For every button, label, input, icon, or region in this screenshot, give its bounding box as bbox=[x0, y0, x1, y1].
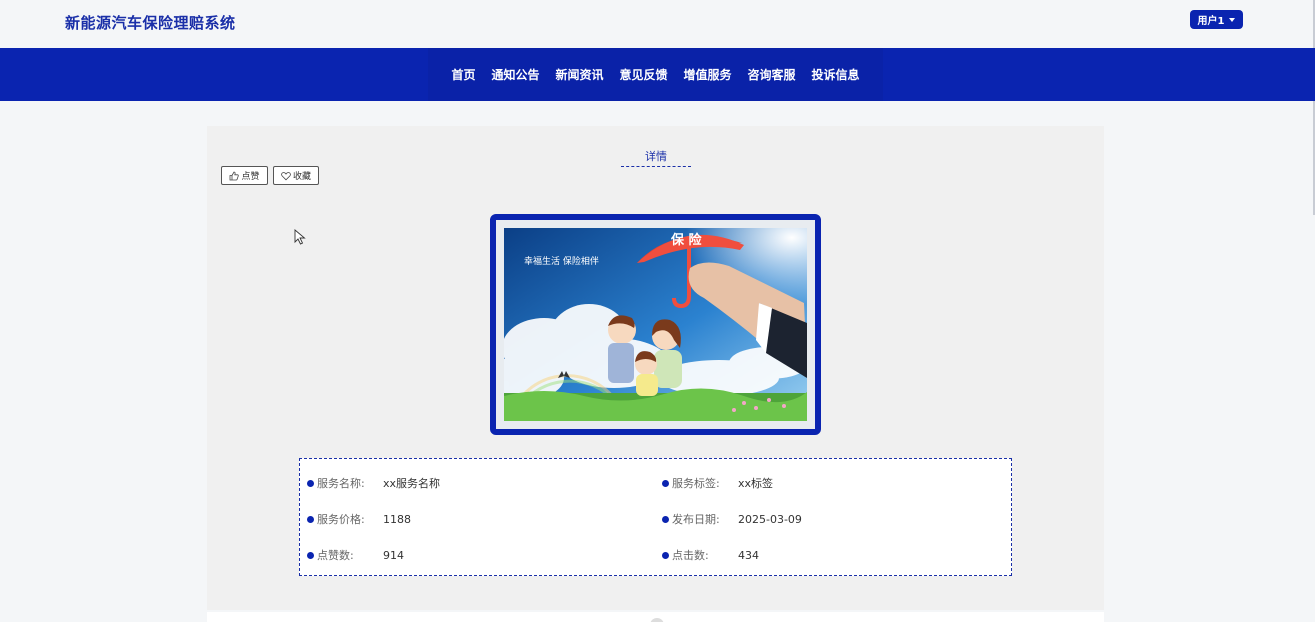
info-row-service-price: 服务价格: 1188 bbox=[307, 511, 411, 527]
favorite-button[interactable]: 收藏 bbox=[273, 166, 319, 185]
nav-item-customer-service[interactable]: 咨询客服 bbox=[748, 66, 796, 83]
like-label: 点赞 bbox=[241, 172, 260, 182]
service-info-box: 服务名称: xx服务名称 服务标签: xx标签 服务价格: 1188 发布日期:… bbox=[299, 458, 1012, 576]
bullet-icon bbox=[307, 551, 314, 559]
info-row-click-count: 点击数: 434 bbox=[662, 547, 759, 563]
detail-panel: 详情 点赞 收藏 保 险 幸福生活 保险相伴 服务名称: xx服务名称 服务标签… bbox=[207, 126, 1104, 610]
publish-date-label: 发布日期: bbox=[672, 513, 720, 526]
click-count-label: 点击数: bbox=[672, 549, 709, 562]
umbrella-text: 保 险 bbox=[670, 232, 703, 248]
nav-item-news[interactable]: 新闻资讯 bbox=[555, 66, 603, 83]
info-row-service-name: 服务名称: xx服务名称 bbox=[307, 475, 440, 491]
nav-item-value-added-services[interactable]: 增值服务 bbox=[684, 66, 732, 83]
chevron-down-icon bbox=[1229, 17, 1236, 22]
detail-title: 详情 bbox=[621, 148, 691, 167]
service-price-value: 1188 bbox=[383, 512, 411, 526]
nav-menu: 首页 通知公告 新闻资讯 意见反馈 增值服务 咨询客服 投诉信息 bbox=[428, 48, 883, 101]
like-count-label: 点赞数: bbox=[317, 549, 354, 562]
bullet-icon bbox=[662, 551, 669, 559]
favorite-label: 收藏 bbox=[292, 172, 311, 182]
mouse-cursor-icon bbox=[294, 229, 306, 245]
bullet-icon bbox=[662, 515, 669, 523]
main-navbar: 首页 通知公告 新闻资讯 意见反馈 增值服务 咨询客服 投诉信息 bbox=[0, 48, 1315, 101]
service-tag-label: 服务标签: bbox=[672, 477, 720, 490]
like-button[interactable]: 点赞 bbox=[221, 166, 268, 185]
service-name-value: xx服务名称 bbox=[383, 477, 441, 490]
service-tag-value: xx标签 bbox=[738, 477, 774, 490]
user-menu-label: 用户1 bbox=[1197, 16, 1225, 27]
nav-item-feedback[interactable]: 意见反馈 bbox=[619, 66, 667, 83]
like-count-value: 914 bbox=[383, 548, 404, 562]
nav-item-home[interactable]: 首页 bbox=[451, 66, 475, 83]
publish-date-value: 2025-03-09 bbox=[738, 512, 802, 526]
service-price-label: 服务价格: bbox=[317, 513, 365, 526]
bullet-icon bbox=[662, 479, 669, 487]
info-row-service-tag: 服务标签: xx标签 bbox=[662, 475, 773, 491]
thumbs-up-icon bbox=[230, 171, 240, 180]
service-image-frame: 保 险 幸福生活 保险相伴 bbox=[490, 214, 821, 435]
user-menu-button[interactable]: 用户1 bbox=[1190, 10, 1243, 29]
heart-icon bbox=[281, 171, 291, 180]
insurance-banner-image: 保 险 幸福生活 保险相伴 bbox=[504, 228, 807, 421]
click-count-value: 434 bbox=[738, 548, 759, 562]
bullet-icon bbox=[307, 515, 314, 523]
site-title: 新能源汽车保险理赔系统 bbox=[65, 14, 236, 32]
nav-item-complaints[interactable]: 投诉信息 bbox=[812, 66, 860, 83]
top-header: 新能源汽车保险理赔系统 用户1 bbox=[0, 0, 1315, 48]
nav-item-notices[interactable]: 通知公告 bbox=[491, 66, 539, 83]
banner-slogan: 幸福生活 保险相伴 bbox=[524, 255, 599, 267]
scroll-indicator-icon bbox=[650, 618, 664, 622]
bullet-icon bbox=[307, 479, 314, 487]
service-name-label: 服务名称: bbox=[317, 477, 365, 490]
info-row-like-count: 点赞数: 914 bbox=[307, 547, 404, 563]
info-row-publish-date: 发布日期: 2025-03-09 bbox=[662, 511, 802, 527]
next-section-strip bbox=[207, 612, 1104, 622]
